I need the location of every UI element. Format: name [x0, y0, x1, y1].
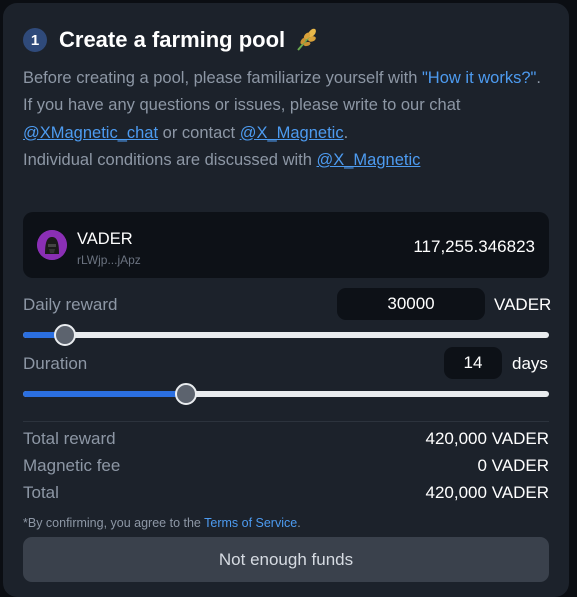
duration-slider-fill — [23, 391, 187, 397]
chat-link[interactable]: @XMagnetic_chat — [23, 124, 158, 142]
daily-reward-slider[interactable] — [23, 324, 549, 346]
intro-line1-end: . — [536, 69, 541, 87]
token-name: VADER — [77, 230, 133, 248]
intro-line3: Individual conditions are discussed with — [23, 150, 317, 169]
total-reward-value: 420,000 VADER — [425, 429, 549, 448]
daily-reward-slider-thumb[interactable] — [54, 324, 77, 346]
duration-slider-thumb[interactable] — [175, 383, 198, 405]
page-title: Create a farming pool — [59, 27, 286, 52]
intro-line2: If you have any questions or issues, ple… — [23, 96, 461, 115]
total-label: Total — [23, 483, 59, 502]
total-value: 420,000 VADER — [425, 483, 549, 502]
intro-line2-end: . — [343, 123, 349, 142]
divider — [23, 421, 549, 422]
vader-avatar-icon — [37, 230, 67, 260]
token-address: rLWjp...jApz — [77, 253, 141, 267]
duration-input[interactable]: 14 — [444, 347, 502, 379]
daily-reward-unit: VADER — [494, 295, 552, 314]
create-farming-pool-card: 1 Create a farming pool Before creating … — [3, 3, 569, 597]
total-reward-label: Total reward — [23, 429, 116, 448]
magnetic-fee-label: Magnetic fee — [23, 456, 121, 475]
header: 1 Create a farming pool — [23, 27, 319, 53]
duration-label: Duration — [23, 354, 88, 373]
intro-line1: Before creating a pool, please familiari… — [23, 69, 422, 87]
duration-slider[interactable] — [23, 383, 549, 405]
daily-reward-label: Daily reward — [23, 295, 118, 314]
duration-unit: days — [512, 354, 548, 373]
disclaimer: *By confirming, you agree to the Terms o… — [23, 516, 301, 530]
magnetic-fee-value: 0 VADER — [477, 456, 550, 475]
how-it-works-link[interactable]: "How it works?" — [422, 69, 536, 87]
daily-reward-input[interactable]: 30000 — [337, 288, 485, 320]
token-selector[interactable]: VADER rLWjp...jApz 117,255.346823 — [23, 212, 549, 278]
wheat-icon — [293, 27, 319, 53]
disclaimer-end: . — [297, 516, 301, 530]
disclaimer-text: *By confirming, you agree to the — [23, 516, 205, 530]
submit-button[interactable]: Not enough funds — [23, 537, 549, 582]
token-balance: 117,255.346823 — [413, 237, 535, 256]
step-badge: 1 — [23, 28, 47, 52]
conditions-link[interactable]: @X_Magnetic — [317, 151, 421, 169]
contact-link[interactable]: @X_Magnetic — [240, 124, 344, 142]
intro-text: Before creating a pool, please familiari… — [23, 65, 553, 174]
terms-link[interactable]: Terms of Service — [204, 516, 297, 530]
or-contact-text: or contact — [158, 123, 240, 142]
